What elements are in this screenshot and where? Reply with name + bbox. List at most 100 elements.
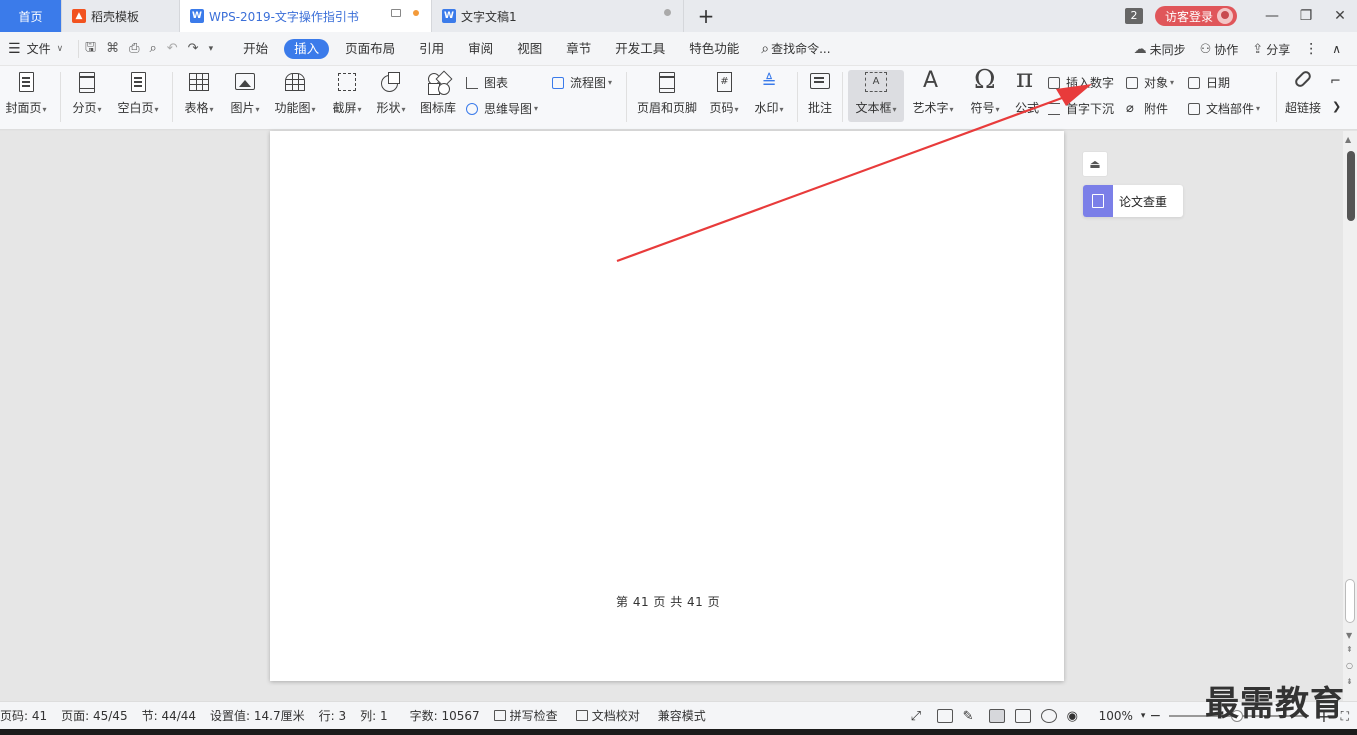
restore-icon[interactable]: ❐ (1289, 8, 1323, 24)
zoom-level[interactable]: 100% (1099, 709, 1133, 723)
file-menu-label: 文件 (26, 42, 51, 56)
close-icon[interactable]: ✕ (1323, 8, 1357, 24)
hyperlink-button[interactable]: 超链接 (1284, 66, 1322, 116)
comment-label: 批注 (807, 101, 832, 115)
page-break-icon (74, 70, 100, 96)
tab-home[interactable]: 首页 (0, 0, 62, 32)
save-icon[interactable]: 🖫 (85, 38, 96, 60)
screenshot-button[interactable]: 截屏▾ (330, 66, 364, 116)
unsaved-dot-icon[interactable] (413, 10, 419, 16)
tab-references[interactable]: 引用 (407, 39, 456, 59)
status-page[interactable]: 页面: 45/45 (61, 707, 127, 724)
tab-document-active[interactable]: W WPS-2019-文字操作指引书 (180, 0, 432, 32)
collapse-ribbon-icon[interactable]: ∧ (1332, 42, 1341, 56)
scroll-down-icon[interactable]: ▼ (1346, 631, 1352, 640)
side-panel-collapse-button[interactable]: ⏏ (1082, 151, 1108, 177)
format-painter-icon[interactable]: ⌘ (106, 41, 119, 56)
select-browse-icon[interactable]: ○ (1346, 661, 1353, 670)
blank-page-button[interactable]: 空白页▾ (116, 66, 160, 116)
cross-ref-icon[interactable]: ⌐ (1330, 74, 1341, 89)
comment-button[interactable]: 批注 (806, 66, 834, 116)
vertical-scrollbar[interactable]: ▲ ▼ ⇞ ○ ⇟ (1343, 131, 1357, 701)
customize-icon[interactable]: ▾ (209, 44, 214, 54)
page-view-icon[interactable] (988, 709, 1005, 723)
icon-library-button[interactable]: 图标库 (420, 66, 456, 116)
tab-page-layout[interactable]: 页面布局 (333, 39, 407, 59)
header-footer-icon (654, 70, 680, 96)
file-menu[interactable]: ☰ 文件 ∨ (0, 40, 78, 57)
tab-review[interactable]: 审阅 (456, 39, 505, 59)
doc-proof-button[interactable]: 文档校对 (575, 707, 640, 724)
collab-button[interactable]: ⚇ 协作 (1200, 41, 1239, 58)
minimize-icon[interactable]: — (1255, 8, 1289, 24)
formula-button[interactable]: π 公式 (1012, 66, 1042, 116)
reading-view-icon[interactable] (936, 709, 953, 723)
scroll-thumb[interactable] (1345, 579, 1355, 623)
page-number-button[interactable]: # 页码▾ (706, 66, 742, 116)
status-row: 行: 3 (318, 709, 347, 723)
tab-view[interactable]: 视图 (505, 39, 554, 59)
picture-label: 图片 (230, 101, 255, 115)
ribbon-scroll-right-icon[interactable]: ❯ (1332, 100, 1341, 113)
chart-button[interactable]: 图表 (466, 74, 508, 91)
status-page-code: 页码: 41 (0, 709, 48, 723)
command-search[interactable]: ⌕ 查找命令... (761, 40, 830, 57)
symbol-button[interactable]: Ω 符号▾ (968, 66, 1002, 116)
new-tab-button[interactable]: + (684, 0, 728, 32)
table-button[interactable]: 表格▾ (182, 66, 216, 116)
cover-page-button[interactable]: 封面页▾ (4, 66, 48, 116)
more-icon[interactable]: ⋮ (1304, 41, 1318, 57)
tab-special[interactable]: 特色功能 (677, 39, 751, 59)
pen-icon[interactable]: ✎ (963, 709, 979, 724)
textbox-button[interactable]: A 文本框▾ (852, 66, 900, 116)
fullscreen-icon[interactable]: ⤢ (911, 709, 927, 724)
page-break-button[interactable]: 分页▾ (70, 66, 104, 116)
watermark-overlay: 最需教育 (1205, 684, 1345, 724)
tab-chapter[interactable]: 章节 (554, 39, 603, 59)
login-button[interactable]: 访客登录 (1154, 6, 1237, 26)
object-button[interactable]: 对象 ▾ (1126, 74, 1174, 91)
tab-start[interactable]: 开始 (231, 39, 280, 59)
outline-view-icon[interactable] (1014, 709, 1031, 723)
drop-cap-button[interactable]: 首字下沉 (1048, 100, 1114, 117)
insert-number-button[interactable]: 插入数字 (1048, 74, 1114, 91)
scroll-up-icon[interactable]: ▲ (1345, 135, 1351, 144)
zoom-dropdown-icon[interactable]: ▾ (1141, 711, 1146, 721)
print-icon[interactable]: ⎙ (129, 41, 139, 56)
share-button[interactable]: ⇪ 分享 (1252, 41, 1290, 58)
picture-button[interactable]: 图片▾ (228, 66, 262, 116)
monitor-icon[interactable] (391, 9, 401, 17)
redo-icon[interactable]: ↷ (188, 41, 199, 56)
tab-home-label: 首页 (18, 9, 43, 24)
tab-insert[interactable]: 插入 (284, 38, 330, 59)
shape-button[interactable]: 形状▾ (374, 66, 408, 116)
mindmap-button[interactable]: 思维导图 ▾ (466, 100, 538, 117)
close-dot-icon[interactable] (664, 9, 671, 16)
prev-page-icon[interactable]: ⇞ (1346, 645, 1353, 654)
sync-status[interactable]: ☁ 未同步 (1134, 41, 1186, 58)
ribbon-tabs: 开始 插入 页面布局 引用 审阅 视图 章节 开发工具 特色功能 (231, 38, 751, 59)
function-chart-button[interactable]: 功能图▾ (272, 66, 318, 116)
undo-icon[interactable]: ↶ (167, 41, 178, 56)
tab-template[interactable]: ▲ 稻壳模板 (62, 0, 180, 32)
print-preview-icon[interactable]: ⌕ (149, 41, 156, 56)
header-footer-button[interactable]: 页眉和页脚 (636, 66, 698, 116)
paper-check-button[interactable]: 论文查重 (1083, 185, 1183, 217)
window-count-badge[interactable]: 2 (1124, 8, 1143, 24)
eye-care-icon[interactable]: ◉ (1067, 709, 1083, 724)
date-button[interactable]: 日期 (1188, 74, 1230, 91)
tab-document-2[interactable]: W 文字文稿1 (432, 0, 684, 32)
doc-parts-button[interactable]: 文档部件 ▾ (1188, 100, 1260, 117)
document-page[interactable]: 第 41 页 共 41 页 (270, 131, 1064, 681)
next-page-icon[interactable]: ⇟ (1346, 677, 1353, 686)
art-text-button[interactable]: A 艺术字▾ (910, 66, 956, 116)
zoom-out-icon[interactable]: − (1149, 708, 1161, 724)
spell-check-button[interactable]: 拼写检查 (493, 707, 558, 724)
attachment-button[interactable]: ⌀ 附件 (1126, 100, 1168, 117)
status-word-count[interactable]: 字数: 10567 (410, 707, 480, 724)
tab-developer[interactable]: 开发工具 (603, 39, 677, 59)
web-view-icon[interactable] (1040, 709, 1057, 723)
menu-right: ☁ 未同步 ⚇ 协作 ⇪ 分享 ⋮ ∧ (1134, 32, 1357, 66)
flowchart-button[interactable]: 流程图 ▾ (552, 74, 612, 91)
watermark-button[interactable]: ≜ 水印▾ (752, 66, 786, 116)
